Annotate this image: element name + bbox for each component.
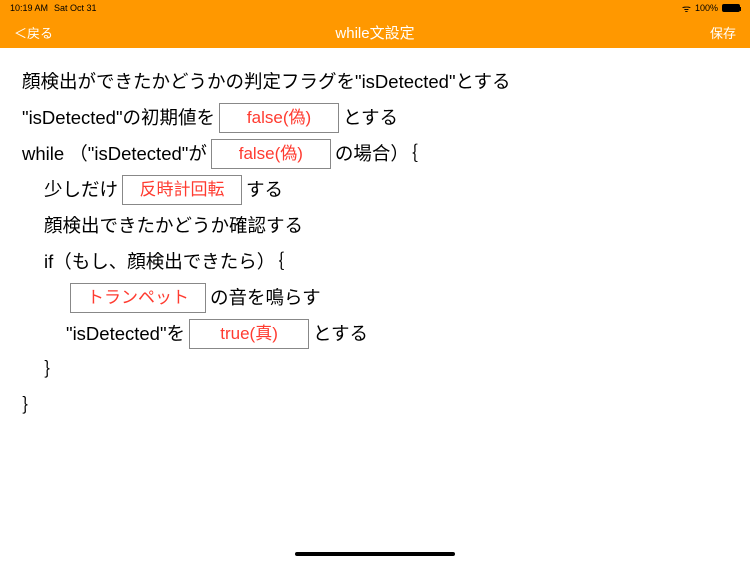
chevron-left-icon: ＜ xyxy=(14,23,27,42)
wifi-icon: ᯤ xyxy=(682,1,691,15)
set-value-dropdown[interactable]: true(真) xyxy=(189,319,309,349)
code-line: "isDetected"を true(真) とする xyxy=(22,316,728,352)
status-bar: 10:19 AM Sat Oct 31 ᯤ 100% xyxy=(0,0,750,16)
code-line: "isDetected"の初期値を false(偽) とする xyxy=(22,100,728,136)
text-segment: 顔検出ができたかどうかの判定フラグを"isDetected"とする xyxy=(22,64,511,99)
save-button[interactable]: 保存 xyxy=(710,23,736,42)
while-condition-dropdown[interactable]: false(偽) xyxy=(211,139,331,169)
code-line: if（もし、顔検出できたら）｛ xyxy=(22,244,728,280)
back-label: 戻る xyxy=(27,23,53,42)
status-left: 10:19 AM Sat Oct 31 xyxy=(10,3,97,13)
text-segment: "isDetected"の初期値を xyxy=(22,100,215,135)
nav-bar: ＜戻る while文設定 保存 xyxy=(0,16,750,48)
back-button[interactable]: ＜戻る xyxy=(14,23,53,42)
status-date: Sat Oct 31 xyxy=(54,3,97,13)
text-segment: while （"isDetected"が xyxy=(22,136,207,171)
code-line: 顔検出ができたかどうかの判定フラグを"isDetected"とする xyxy=(22,64,728,100)
text-segment: とする xyxy=(313,316,368,351)
code-line: 顔検出できたかどうか確認する xyxy=(22,208,728,244)
home-indicator[interactable] xyxy=(295,552,455,556)
text-segment: "isDetected"を xyxy=(66,316,185,351)
text-segment: する xyxy=(246,172,283,207)
status-right: ᯤ 100% xyxy=(682,1,740,15)
text-segment: 顔検出できたかどうか確認する xyxy=(44,208,303,243)
text-segment: if（もし、顔検出できたら）｛ xyxy=(44,244,285,279)
initial-value-dropdown[interactable]: false(偽) xyxy=(219,103,339,133)
code-line: while （"isDetected"が false(偽) の場合）｛ xyxy=(22,136,728,172)
text-segment: ｝ xyxy=(22,388,41,423)
text-segment: ｝ xyxy=(44,352,63,387)
status-time: 10:19 AM xyxy=(10,3,48,13)
sound-dropdown[interactable]: トランペット xyxy=(70,283,206,313)
code-line: 少しだけ 反時計回転 する xyxy=(22,172,728,208)
battery-icon xyxy=(722,4,740,12)
code-line: トランペット の音を鳴らす xyxy=(22,280,728,316)
text-segment: の音を鳴らす xyxy=(210,280,321,315)
text-segment: の場合）｛ xyxy=(335,136,418,171)
text-segment: とする xyxy=(343,100,398,135)
battery-percent: 100% xyxy=(695,3,718,13)
rotation-dropdown[interactable]: 反時計回転 xyxy=(122,175,242,205)
text-segment: 少しだけ xyxy=(44,172,118,207)
content-area: 顔検出ができたかどうかの判定フラグを"isDetected"とする "isDet… xyxy=(0,48,750,440)
page-title: while文設定 xyxy=(335,22,414,43)
code-line: ｝ xyxy=(22,388,728,424)
code-line: ｝ xyxy=(22,352,728,388)
